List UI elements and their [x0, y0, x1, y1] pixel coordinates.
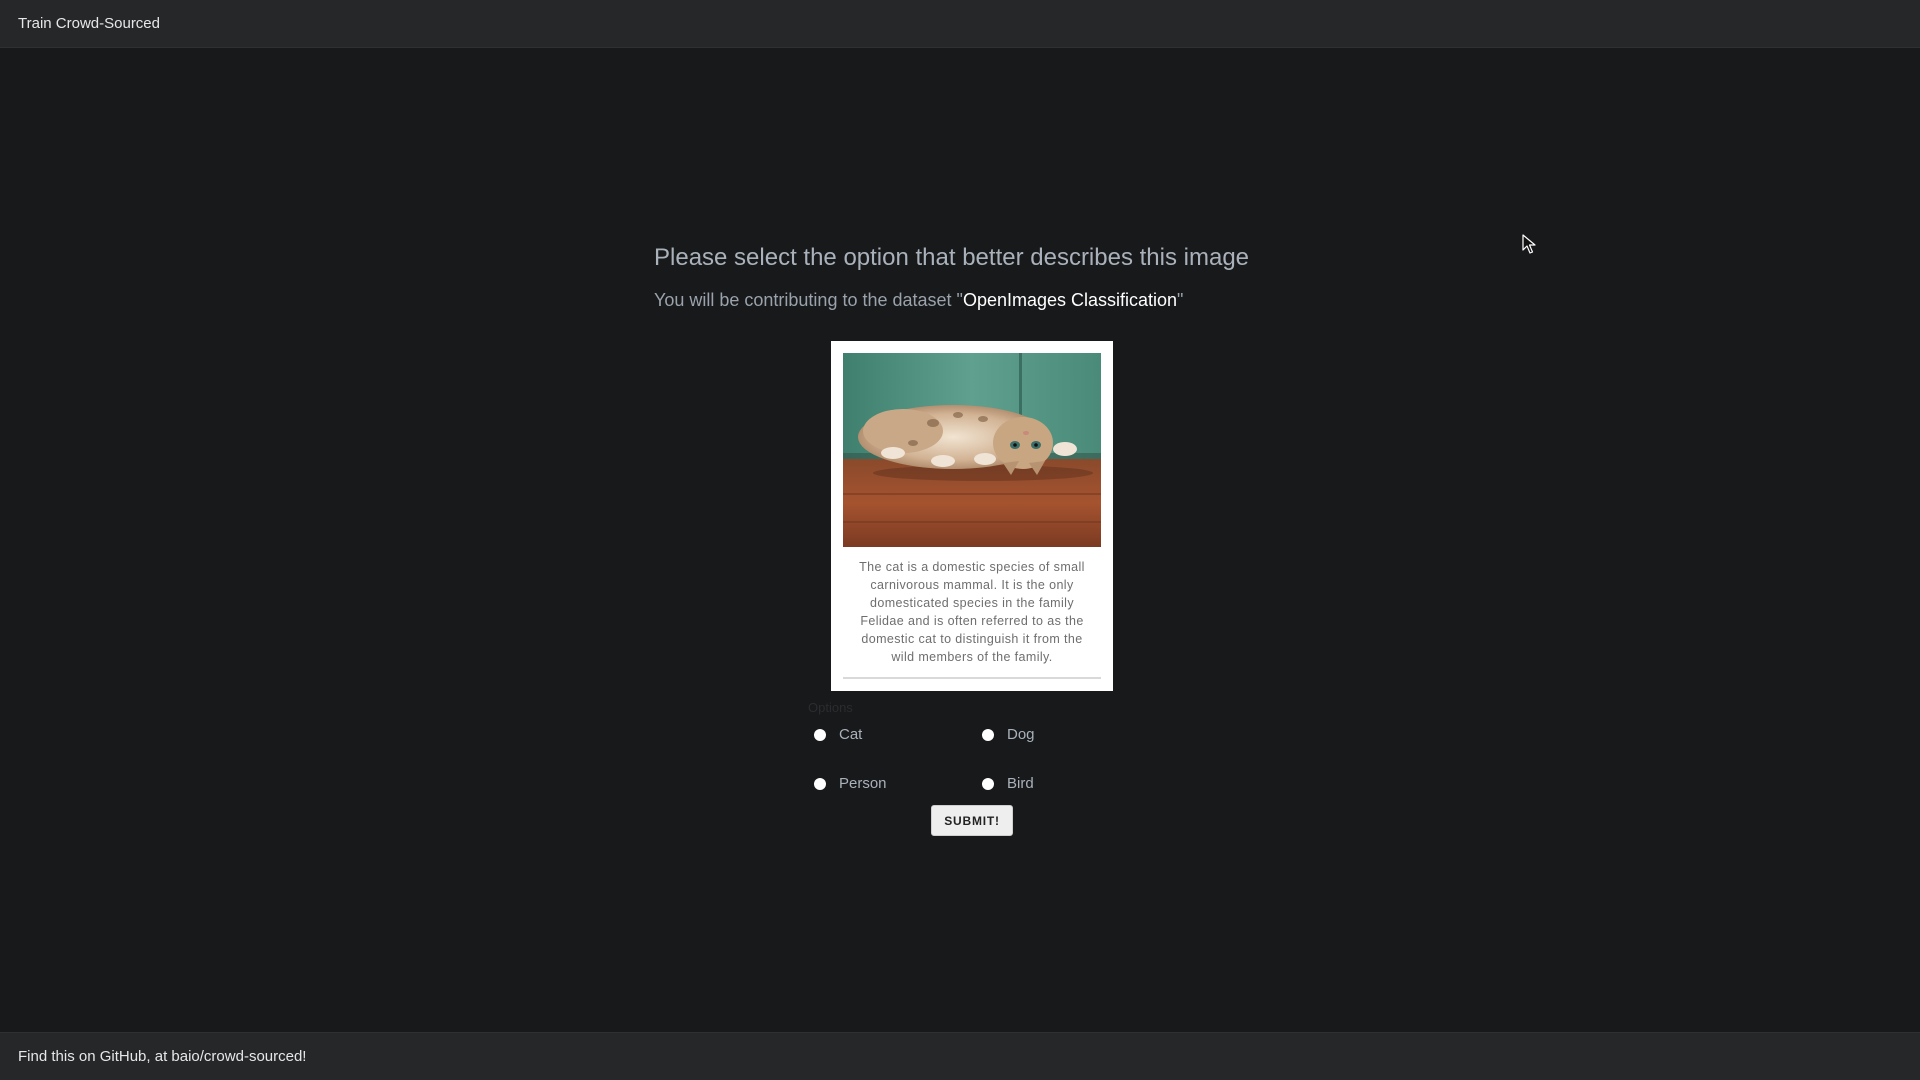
- app-title[interactable]: Train Crowd-Sourced: [18, 15, 160, 32]
- option-label: Dog: [1007, 726, 1035, 743]
- option-label: Cat: [839, 726, 863, 743]
- footer-bar: Find this on GitHub, at baio/crowd-sourc…: [0, 1032, 1920, 1080]
- radio-button[interactable]: [982, 777, 994, 790]
- subheading-suffix: ": [1177, 290, 1184, 310]
- radio-button[interactable]: [814, 728, 826, 741]
- submit-button[interactable]: SUBMIT!: [931, 805, 1013, 836]
- options-legend: Options: [808, 700, 853, 715]
- top-app-bar: Train Crowd-Sourced: [0, 0, 1920, 48]
- mouse-cursor-icon: [1522, 234, 1536, 254]
- option-person[interactable]: Person: [814, 775, 887, 792]
- radio-button[interactable]: [814, 777, 826, 790]
- image-card: The cat is a domestic species of small c…: [831, 341, 1113, 691]
- option-label: Person: [839, 775, 887, 792]
- option-bird[interactable]: Bird: [982, 775, 1034, 792]
- radio-button[interactable]: [982, 728, 994, 741]
- option-cat[interactable]: Cat: [814, 726, 862, 743]
- option-label: Bird: [1007, 775, 1034, 792]
- cat-photo: [843, 353, 1101, 547]
- dataset-name: OpenImages Classification: [962, 290, 1178, 310]
- page-heading: Please select the option that better des…: [654, 244, 1250, 271]
- option-dog[interactable]: Dog: [982, 726, 1035, 743]
- dataset-subheading: You will be contributing to the dataset …: [654, 290, 1183, 311]
- github-link[interactable]: Find this on GitHub, at baio/crowd-sourc…: [18, 1048, 306, 1065]
- image-description: The cat is a domestic species of small c…: [843, 547, 1101, 679]
- subheading-prefix: You will be contributing to the dataset …: [654, 290, 963, 310]
